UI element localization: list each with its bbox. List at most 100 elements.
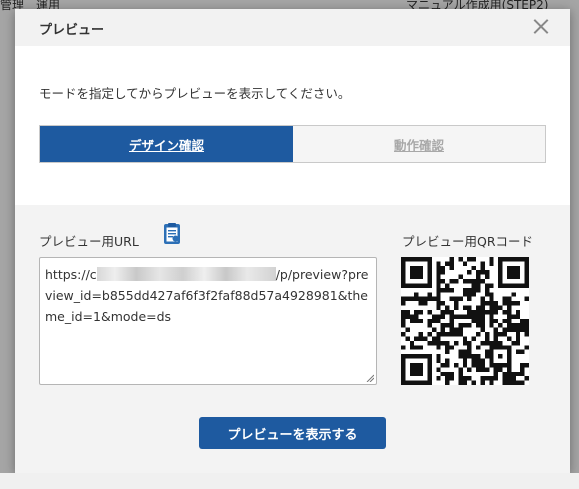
qr-module [458, 380, 463, 385]
qr-module [409, 283, 415, 288]
qr-module [506, 349, 512, 355]
tab-behavior-check[interactable]: 動作確認 [293, 126, 545, 162]
qr-module [493, 318, 499, 324]
modal-title: プレビュー [39, 23, 105, 38]
qr-module [423, 283, 428, 288]
qr-module [476, 314, 481, 319]
qr-module [480, 358, 485, 363]
qr-module [524, 274, 529, 280]
qr-module [476, 309, 481, 315]
qr-module [502, 332, 507, 337]
instruction-text: モードを指定してからプレビューを表示してください。 [39, 86, 351, 101]
qr-module [401, 318, 406, 324]
qr-module [471, 314, 477, 319]
qr-module [506, 270, 512, 275]
qr-module [436, 265, 441, 271]
qr-module [467, 340, 472, 346]
qr-module [498, 345, 503, 350]
qr-module [467, 367, 472, 372]
qr-module [409, 314, 415, 319]
qr-module [498, 323, 503, 328]
qr-module [409, 265, 415, 271]
qr-module [405, 296, 410, 302]
qr-module [484, 301, 490, 306]
qr-module [467, 305, 472, 310]
qr-module [467, 323, 472, 328]
qr-module [493, 371, 499, 377]
qr-module [515, 301, 521, 306]
qr-module [471, 265, 477, 271]
qr-module [515, 283, 521, 288]
qr-module [436, 332, 441, 337]
preview-url-field[interactable]: https://c/p/preview?preview_id=b855dd427… [39, 257, 377, 385]
qr-module [449, 323, 454, 328]
qr-module [423, 380, 428, 385]
qr-module [436, 274, 441, 280]
qr-module [520, 323, 525, 328]
tab-design-check[interactable]: デザイン確認 [40, 126, 293, 162]
qr-module [476, 323, 481, 328]
preview-details-section: プレビュー用URL https://c/p/preview?preview_id… [15, 205, 570, 473]
qr-module [484, 274, 490, 280]
qr-module [511, 301, 516, 306]
qr-module [493, 336, 499, 341]
qr-module [405, 336, 410, 341]
qr-module [506, 309, 512, 315]
qr-module [401, 261, 406, 266]
qr-module [405, 327, 410, 333]
qr-module [467, 314, 472, 319]
qr-module [445, 309, 450, 315]
qr-module [423, 257, 428, 262]
qr-module [409, 345, 415, 350]
qr-module [436, 376, 441, 381]
qr-module [493, 305, 499, 310]
qr-module [414, 274, 419, 280]
qr-module [436, 279, 441, 284]
qr-module [471, 287, 477, 293]
qr-module [436, 367, 441, 372]
qr-module [409, 354, 415, 359]
resize-handle-icon[interactable] [366, 374, 374, 382]
qr-module [445, 376, 450, 381]
show-preview-button[interactable]: プレビューを表示する [199, 417, 386, 449]
qr-module [484, 354, 490, 359]
qr-module [449, 371, 454, 377]
qr-module [511, 314, 516, 319]
clipboard-icon[interactable] [160, 222, 184, 246]
qr-module [515, 270, 521, 275]
qr-module [520, 371, 525, 377]
qr-module [467, 292, 472, 297]
qr-module [409, 270, 415, 275]
qr-module [471, 362, 477, 368]
qr-module [484, 283, 490, 288]
qr-module [506, 257, 512, 262]
qr-module [440, 279, 446, 284]
qr-module [449, 327, 454, 333]
qr-module [524, 283, 529, 288]
qr-module [427, 380, 432, 385]
qr-module [414, 265, 419, 271]
qr-module [511, 265, 516, 271]
qr-module [414, 367, 419, 372]
qr-module [480, 380, 485, 385]
qr-module [471, 380, 477, 385]
qr-module [405, 354, 410, 359]
qr-module [471, 358, 477, 363]
qr-module [506, 371, 512, 377]
qr-module [489, 380, 494, 385]
qr-module [401, 371, 406, 377]
qr-module [418, 283, 424, 288]
redacted-domain [96, 267, 276, 281]
qr-module [484, 309, 490, 315]
qr-module [520, 318, 525, 324]
qr-module [476, 367, 481, 372]
qr-module [476, 358, 481, 363]
qr-module [524, 265, 529, 271]
qr-module [427, 362, 432, 368]
qr-module [498, 261, 503, 266]
qr-module [401, 265, 406, 271]
qr-module [511, 323, 516, 328]
close-icon[interactable] [532, 17, 550, 35]
qr-module [489, 354, 494, 359]
qr-module [458, 257, 463, 262]
